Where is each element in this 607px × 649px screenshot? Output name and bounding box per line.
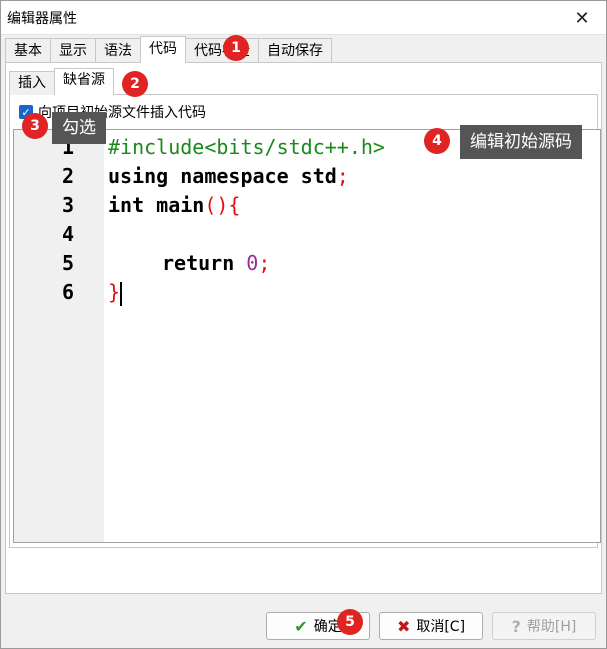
annotation-badge-4: 4: [424, 128, 450, 154]
help-button[interactable]: ? 帮助[H]: [492, 612, 596, 640]
annotation-badge-5: 5: [337, 609, 363, 635]
annotation-badge-2: 2: [122, 71, 148, 97]
code-text: int main: [108, 193, 205, 217]
code-line-1: #include<bits/stdc++.h>: [108, 133, 385, 162]
line-number: 3: [61, 193, 74, 217]
code-punctuation: }: [108, 280, 121, 304]
tab-display[interactable]: 显示: [50, 38, 96, 63]
code-line-6: }: [108, 278, 123, 307]
subtab-insert[interactable]: 插入: [9, 71, 55, 95]
code-number: 0: [246, 251, 259, 275]
code-subtabs: 插入 缺省源: [9, 68, 114, 95]
annotation-callout-edit-source: 编辑初始源码: [460, 125, 582, 159]
cancel-button[interactable]: ✖ 取消[C]: [379, 612, 483, 640]
help-label: 帮助[H]: [526, 619, 577, 635]
editor-properties-dialog: 编辑器属性 ✕ 基本 显示 语法 代码 代码补全 自动保存 插入 缺省源 ✓ 向…: [0, 0, 607, 649]
tab-basic[interactable]: 基本: [5, 38, 51, 63]
text-caret: [120, 281, 123, 306]
x-icon: ✖: [396, 616, 411, 636]
annotation-callout-check: 勾选: [52, 112, 106, 144]
subtab-default-source[interactable]: 缺省源: [54, 68, 114, 95]
check-icon: ✔: [294, 616, 308, 636]
line-number: 4: [61, 222, 74, 246]
preprocessor-text: #include<bits/stdc++.h>: [108, 135, 385, 159]
code-line-2: using namespace std;: [108, 162, 349, 191]
code-text: return: [162, 251, 247, 275]
tab-syntax[interactable]: 语法: [95, 38, 141, 63]
close-icon: ✕: [574, 7, 590, 29]
code-line-5: return 0;: [162, 249, 270, 278]
window-title: 编辑器属性: [7, 11, 77, 27]
cancel-label: 取消[C]: [416, 619, 466, 635]
line-number: 5: [61, 251, 74, 275]
annotation-badge-1: 1: [223, 35, 249, 61]
line-number: 2: [61, 164, 74, 188]
close-button[interactable]: ✕: [564, 4, 600, 32]
code-punctuation: (){: [204, 193, 241, 217]
annotation-badge-3: 3: [22, 113, 48, 139]
tab-autosave[interactable]: 自动保存: [258, 38, 332, 63]
insert-code-checkbox-row[interactable]: ✓ 向项目初始源文件插入代码: [19, 102, 206, 122]
tab-code[interactable]: 代码: [140, 36, 186, 63]
title-bar: 编辑器属性 ✕: [1, 1, 606, 35]
line-number: 6: [61, 280, 74, 304]
code-line-3: int main(){: [108, 191, 240, 220]
code-punctuation: ;: [336, 164, 349, 188]
code-text: using namespace std: [108, 164, 337, 188]
main-tabs: 基本 显示 语法 代码 代码补全 自动保存: [5, 36, 332, 63]
default-source-editor[interactable]: 1 2 3 4 5 6 #include<bits/stdc++.h> usin…: [13, 129, 601, 543]
code-punctuation: ;: [258, 251, 271, 275]
help-icon: ?: [511, 616, 521, 636]
